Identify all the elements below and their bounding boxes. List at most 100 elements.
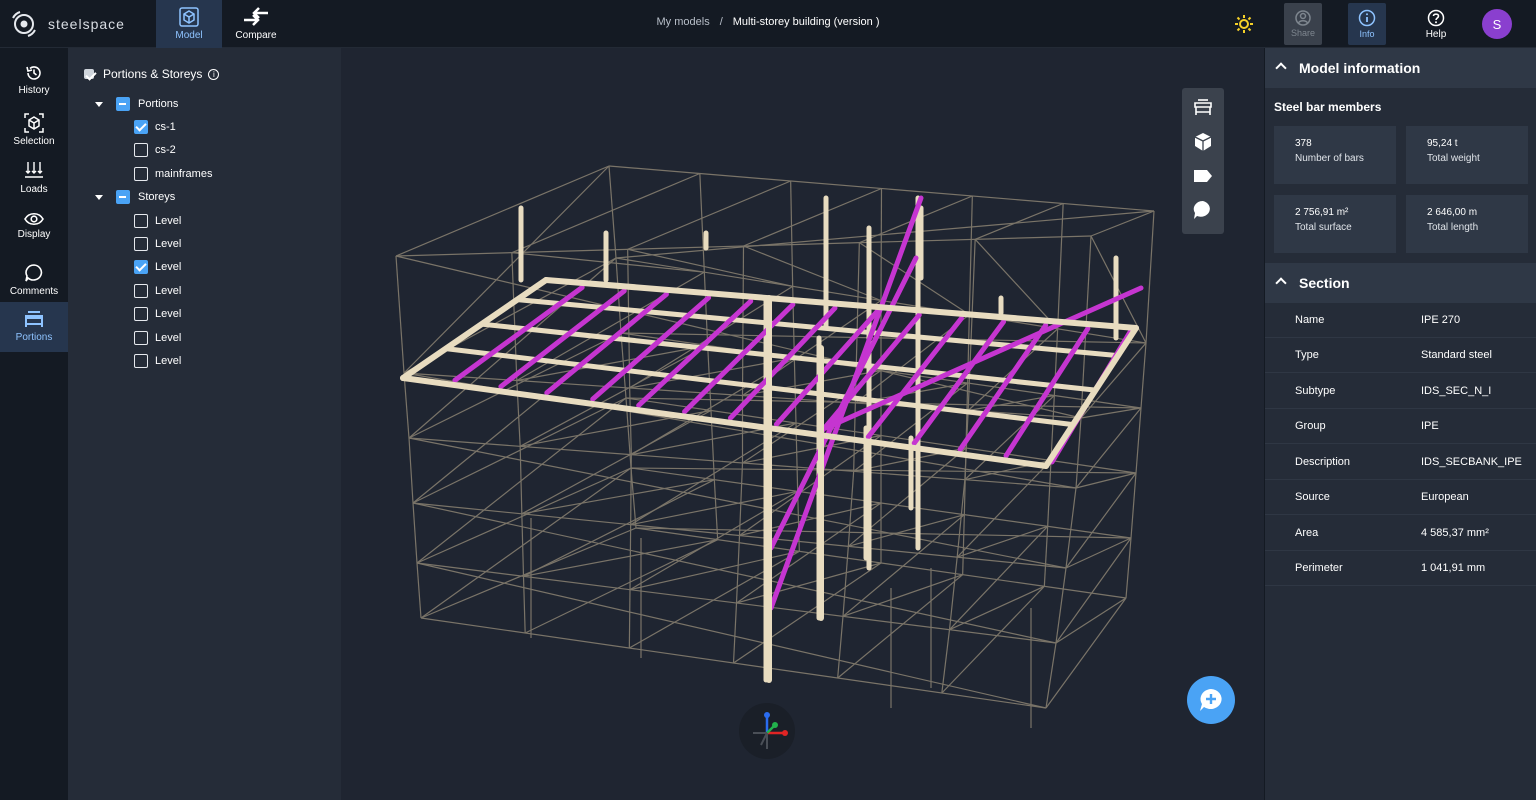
wire-column (516, 380, 521, 447)
nav-loads-label: Loads (20, 184, 48, 195)
info-panel: Model information Steel bar members 378 … (1264, 48, 1536, 800)
portions-view-icon[interactable] (1193, 98, 1213, 118)
chevron-up-icon[interactable] (1275, 62, 1287, 74)
tree-item[interactable]: Level (134, 307, 181, 321)
wire-brace (736, 562, 882, 604)
nav-selection[interactable]: Selection (0, 104, 68, 156)
item-checkbox[interactable] (134, 260, 148, 274)
caret-down-icon[interactable] (95, 194, 103, 200)
theme-toggle[interactable] (1234, 14, 1254, 39)
item-checkbox[interactable] (134, 284, 148, 298)
tree-item[interactable]: Level (134, 354, 181, 368)
steel-bar-members-title: Steel bar members (1274, 100, 1382, 114)
wire-column (1075, 417, 1082, 489)
nav-loads[interactable]: Loads (0, 152, 68, 204)
wire-beam (627, 180, 791, 250)
item-label: Level (155, 308, 182, 320)
section-key: Perimeter (1295, 562, 1343, 574)
tree-item[interactable]: cs-1 (134, 120, 176, 134)
item-checkbox[interactable] (134, 120, 148, 134)
wire-column (1135, 407, 1142, 474)
model-information-title: Model information (1299, 60, 1421, 76)
section-value: 1 041,91 mm (1421, 562, 1486, 574)
user-avatar[interactable]: S (1482, 9, 1512, 39)
wire-beam (1045, 597, 1127, 709)
share-label: Share (1290, 28, 1316, 38)
breadcrumb-current: Multi-storey building (version ) (732, 16, 880, 28)
structure-model[interactable] (341, 48, 1264, 800)
add-comment-button[interactable] (1187, 676, 1235, 724)
item-checkbox[interactable] (134, 214, 148, 228)
tree-item[interactable]: Level (134, 284, 181, 298)
help-question-icon (1427, 9, 1445, 26)
nav-display[interactable]: Display (0, 200, 68, 252)
wire-beam (837, 574, 964, 679)
stat-value: 2 646,00 m (1427, 207, 1478, 218)
tree-item[interactable]: cs-2 (134, 143, 176, 157)
chevron-up-icon[interactable] (1275, 277, 1287, 289)
section-value: IPE 270 (1421, 314, 1461, 326)
section-row: Area 4 585,37 mm² (1265, 516, 1536, 551)
nav-portions-label: Portions (15, 332, 53, 343)
compare-label: Compare (235, 30, 277, 41)
breadcrumb-parent[interactable]: My models (657, 16, 710, 28)
section-value: IDS_SEC_N_I (1421, 385, 1492, 397)
stat-card: 95,24 t Total weight (1406, 126, 1528, 184)
wire-column (403, 372, 410, 439)
axis-gizmo[interactable] (739, 703, 795, 759)
wire-brace (630, 490, 798, 526)
wire-column (412, 502, 418, 564)
item-label: Level (155, 355, 182, 367)
section-header[interactable]: Section (1265, 263, 1536, 303)
tree-group-storeys[interactable]: Storeys (95, 190, 175, 204)
nav-history[interactable]: History (0, 54, 68, 106)
stat-card: 2 646,00 m Total length (1406, 195, 1528, 253)
wire-beam (974, 202, 1064, 240)
tree-item[interactable]: Level (134, 237, 181, 251)
cube-view-icon[interactable] (1193, 132, 1213, 152)
item-checkbox[interactable] (134, 237, 148, 251)
tree-item[interactable]: Level (134, 260, 181, 274)
wire-column (1145, 210, 1155, 344)
wire-column (630, 467, 637, 529)
item-checkbox[interactable] (134, 143, 148, 157)
help-label: Help (1425, 28, 1447, 40)
item-checkbox[interactable] (134, 331, 148, 345)
storeys-checkbox[interactable] (116, 190, 130, 204)
comment-bubble-icon[interactable] (1193, 200, 1213, 220)
wire-beam (743, 187, 882, 247)
model-information-header[interactable]: Model information (1265, 48, 1536, 88)
tree-item[interactable]: mainframes (134, 167, 212, 181)
wire-beam (956, 460, 1052, 558)
wire-column (522, 576, 526, 634)
caret-down-icon[interactable] (95, 101, 103, 107)
3d-viewport[interactable] (341, 48, 1264, 800)
stat-caption: Total weight (1427, 153, 1480, 164)
section-title: Section (1299, 275, 1350, 291)
tree-header-checkbox[interactable] (84, 69, 94, 79)
tree-item[interactable]: Level (134, 331, 181, 345)
nav-comments[interactable]: Comments (0, 254, 68, 306)
section-key: Name (1295, 314, 1325, 326)
comment-icon (25, 264, 43, 282)
share-button[interactable]: Share (1284, 3, 1322, 45)
item-checkbox[interactable] (134, 354, 148, 368)
info-button[interactable]: Info (1348, 3, 1386, 45)
stat-card: 2 756,91 m² Total surface (1274, 195, 1396, 253)
tree-info-icon[interactable]: i (208, 68, 220, 80)
wire-beam (524, 539, 718, 634)
stat-caption: Total length (1427, 222, 1479, 233)
tree-item[interactable]: Level (134, 214, 181, 228)
tree-group-portions[interactable]: Portions (95, 97, 178, 111)
wire-column (1047, 460, 1052, 527)
view-toolbar (1182, 88, 1224, 234)
item-checkbox[interactable] (134, 307, 148, 321)
stat-card: 378 Number of bars (1274, 126, 1396, 184)
wire-brace (521, 479, 715, 515)
nav-portions[interactable]: Portions (0, 302, 68, 352)
item-checkbox[interactable] (134, 167, 148, 181)
section-row: Perimeter 1 041,91 mm (1265, 551, 1536, 586)
portions-checkbox[interactable] (116, 97, 130, 111)
label-tag-icon[interactable] (1193, 166, 1213, 186)
help-button[interactable]: Help (1417, 3, 1455, 45)
